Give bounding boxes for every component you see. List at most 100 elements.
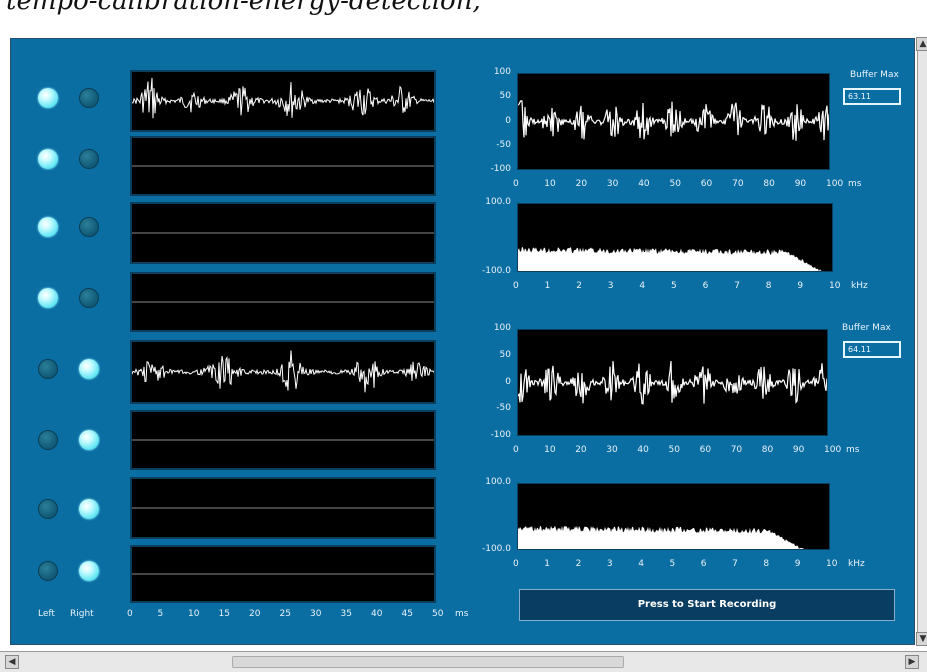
spectrum-top-y-tick: 100.0 xyxy=(485,197,511,207)
channel-7-strip xyxy=(130,477,436,539)
channel-x-tick: 35 xyxy=(340,609,352,619)
spectrum-bottom-y-tick: -100.0 xyxy=(481,544,511,554)
waveform-top-x-unit: ms xyxy=(848,179,862,189)
channel-4-right-led[interactable] xyxy=(79,288,99,308)
waveform-top-y-tick: 100 xyxy=(493,67,511,77)
channel-3-left-led[interactable] xyxy=(38,217,58,237)
waveform-bottom-x-tick: 80 xyxy=(761,445,774,455)
waveform-top-x-tick: 70 xyxy=(732,179,744,189)
spectrum-bottom-fill xyxy=(518,525,829,549)
spectrum-top-x-unit: kHz xyxy=(851,281,868,291)
channel-5-left-led[interactable] xyxy=(38,359,58,379)
scroll-down-icon[interactable]: ▼ xyxy=(916,632,927,646)
waveform-bottom-x-tick: 90 xyxy=(792,445,805,455)
channel-5-right-led[interactable] xyxy=(79,359,99,379)
channel-2-left-led[interactable] xyxy=(38,149,58,169)
channel-x-tick: 20 xyxy=(249,609,261,619)
channel-1-left-led[interactable] xyxy=(38,88,58,108)
waveform-bottom-y-tick: 0 xyxy=(505,376,511,387)
channel-4-left-led[interactable] xyxy=(38,288,58,308)
channel-x-tick: 30 xyxy=(310,609,322,619)
spectrum-bottom-x-tick: 8 xyxy=(763,559,770,569)
channel-2-right-led[interactable] xyxy=(79,149,99,169)
channel-1-right-led[interactable] xyxy=(79,88,99,108)
spectrum-bottom-svg xyxy=(518,525,829,549)
scroll-left-icon[interactable]: ◀ xyxy=(5,655,19,669)
channel-8-strip xyxy=(130,545,436,603)
left-label: Left xyxy=(38,609,55,619)
waveform-bottom-x-tick: 40 xyxy=(637,445,649,455)
horizontal-scrollbar[interactable]: ◀ ▶ xyxy=(0,651,927,672)
channel-5-signal-trace xyxy=(132,350,434,393)
waveform-bottom-y-tick: -100 xyxy=(490,430,511,440)
buffer-max-value-top: 63.11 xyxy=(843,88,901,105)
scroll-right-icon[interactable]: ▶ xyxy=(905,655,919,669)
waveform-top-x-tick: 30 xyxy=(606,179,619,189)
channel-8-right-led[interactable] xyxy=(79,561,99,581)
channel-7-plot xyxy=(132,507,434,509)
waveform-top-x-tick: 90 xyxy=(794,179,807,189)
waveform-top-x-tick: 80 xyxy=(763,179,775,189)
spectrum-top-y-tick: -100.0 xyxy=(481,266,511,276)
waveform-plot-bottom xyxy=(517,329,828,436)
channel-4-plot xyxy=(132,301,434,303)
waveform-top-x-tick: 20 xyxy=(575,179,588,189)
waveform-bottom-y-tick: 50 xyxy=(499,349,511,360)
channel-8-plot xyxy=(132,573,434,575)
waveform-bottom-x-tick: 60 xyxy=(699,445,712,455)
channel-x-tick: 45 xyxy=(401,609,413,619)
channel-x-tick: 25 xyxy=(279,609,291,619)
waveform-bottom-x-tick: 10 xyxy=(544,445,556,455)
waveform-top-trace xyxy=(518,100,829,141)
channel-6-left-led[interactable] xyxy=(38,430,58,450)
horizontal-scroll-thumb[interactable] xyxy=(232,656,624,668)
spectrum-bottom-x-tick: 10 xyxy=(826,559,838,569)
channel-1-plot xyxy=(132,77,434,119)
waveform-top-x-tick: 60 xyxy=(700,179,713,189)
channel-5-plot xyxy=(132,350,434,393)
waveform-bottom-x-tick: 50 xyxy=(668,445,680,455)
spectrum-top-fill xyxy=(518,246,832,271)
channel-x-tick: 10 xyxy=(188,609,200,619)
right-label: Right xyxy=(70,609,94,619)
waveform-top-x-tick: 50 xyxy=(669,179,681,189)
top-caption-strip: tempo-calibration-energy-detection, xyxy=(0,0,927,33)
channel-3-plot xyxy=(132,232,434,234)
spectrum-bottom-x-tick: 1 xyxy=(544,559,551,569)
spectrum-top-svg xyxy=(518,246,832,271)
waveform-bottom-y-tick: -50 xyxy=(496,403,511,414)
channel-3-strip xyxy=(130,202,436,264)
waveform-top-svg xyxy=(518,100,829,141)
spectrum-top-x-tick: 1 xyxy=(544,281,551,291)
waveform-bottom-y-tick: 100 xyxy=(493,323,511,333)
spectrum-bottom-x-tick: 0 xyxy=(513,559,519,569)
waveform-bottom-x-unit: ms xyxy=(846,445,860,455)
spectrum-bottom-x-tick: 7 xyxy=(732,559,738,569)
spectrum-top-x-tick: 7 xyxy=(734,281,740,291)
start-recording-button[interactable]: Press to Start Recording xyxy=(519,589,895,621)
spectrum-plot-top xyxy=(517,203,833,272)
waveform-bottom-svg xyxy=(518,360,827,405)
spectrum-top-x-tick: 3 xyxy=(607,281,614,291)
spectrum-bottom-x-tick: 3 xyxy=(606,559,613,569)
spectrum-top-x-tick: 8 xyxy=(765,281,772,291)
waveform-bottom-trace xyxy=(518,360,827,405)
spectrum-bottom-x-tick: 6 xyxy=(700,559,707,569)
waveform-bottom-x-tick: 20 xyxy=(575,445,587,455)
spectrum-bottom-x-tick: 9 xyxy=(794,559,801,569)
waveform-bottom-x-tick: 0 xyxy=(513,445,519,455)
channel-7-left-led[interactable] xyxy=(38,499,58,519)
channel-3-right-led[interactable] xyxy=(79,217,99,237)
spectrum-bottom-x-tick: 2 xyxy=(575,559,582,569)
waveform-bottom-x-tick: 30 xyxy=(606,445,618,455)
channel-6-right-led[interactable] xyxy=(79,430,99,450)
waveform-top-y-tick: 50 xyxy=(499,91,511,102)
channel-1-signal-trace xyxy=(132,77,434,119)
waveform-top-y-tick: 0 xyxy=(505,115,511,126)
channel-8-left-led[interactable] xyxy=(38,561,58,581)
vertical-scrollbar[interactable]: ▲ ▼ xyxy=(916,37,927,646)
scroll-up-icon[interactable]: ▲ xyxy=(916,37,927,51)
spectrum-top-x-tick: 2 xyxy=(576,281,582,291)
channel-7-right-led[interactable] xyxy=(79,499,99,519)
waveform-top-x-tick: 0 xyxy=(513,179,519,189)
